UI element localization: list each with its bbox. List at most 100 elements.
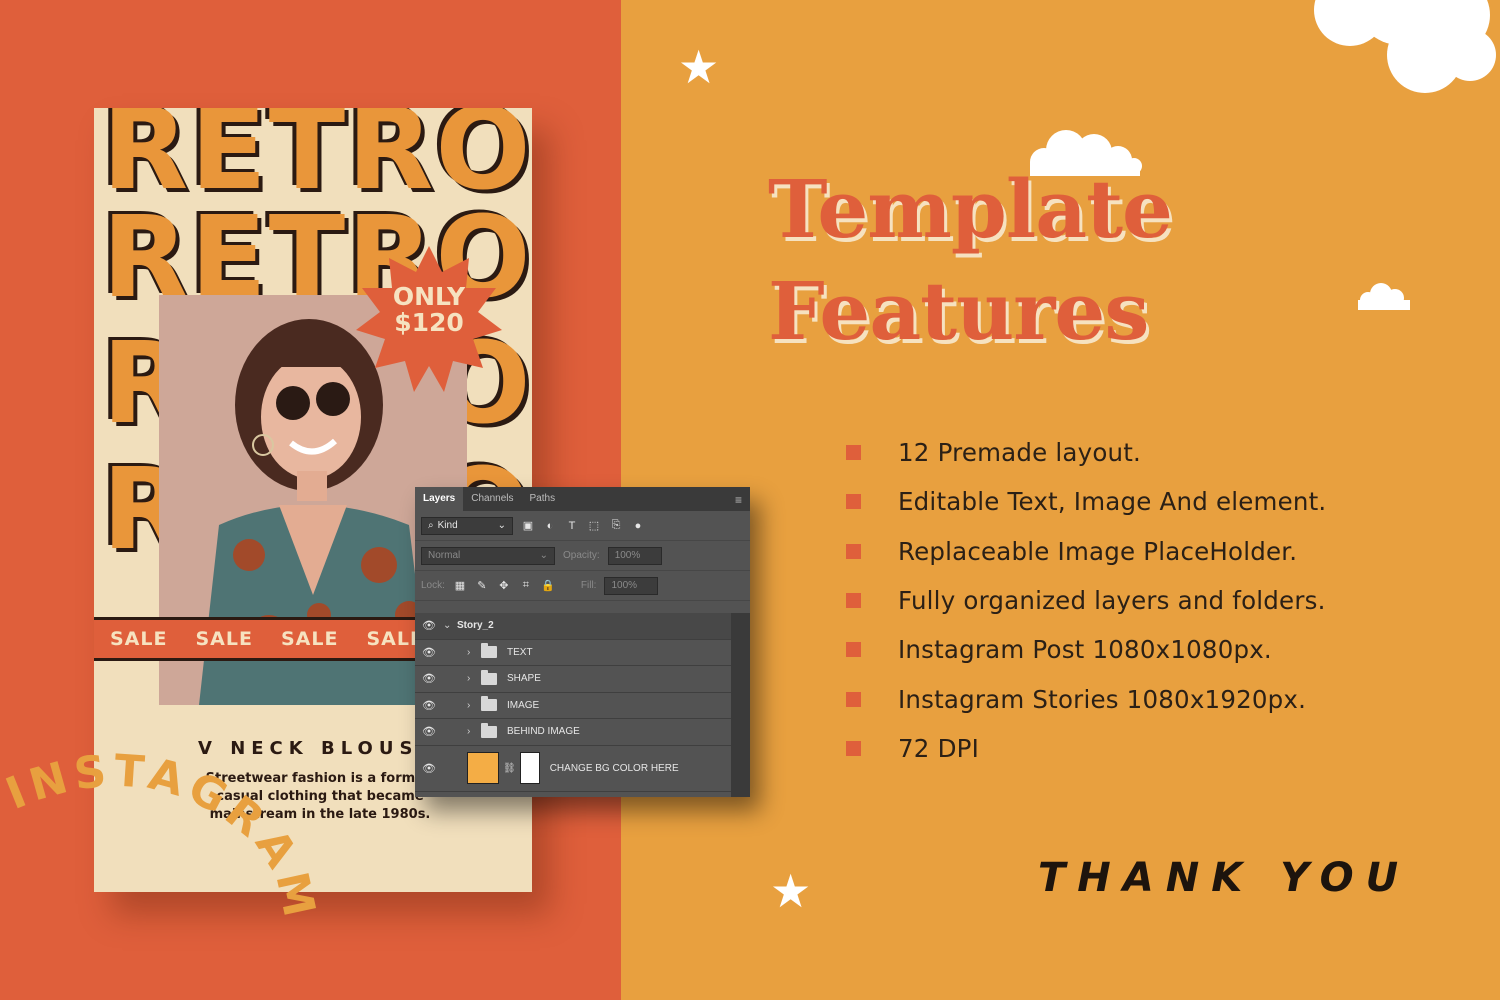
bullet-icon	[846, 691, 861, 707]
layer-folder-behind-image[interactable]: 👁 › BEHIND IMAGE	[415, 719, 731, 746]
lock-pixels-icon[interactable]: ✎	[475, 579, 489, 593]
bullet-icon	[846, 593, 861, 609]
menu-icon[interactable]: ≡	[735, 493, 742, 507]
layer-folder-image[interactable]: 👁 › IMAGE	[415, 692, 731, 719]
eye-icon[interactable]: 👁	[415, 699, 443, 712]
feature-text: 12 Premade layout.	[898, 438, 1142, 468]
sale-label: SALE	[195, 628, 253, 650]
smart-object-filter-icon[interactable]: ⎘	[609, 519, 623, 533]
eye-icon[interactable]: 👁	[415, 619, 443, 632]
lock-row: Lock: ▦ ✎ ✥ ⌗ 🔒 Fill: 100%	[415, 571, 750, 601]
blend-mode-select[interactable]: Normal ⌄	[421, 546, 555, 565]
layer-name: IMAGE	[507, 699, 540, 711]
lock-label: Lock:	[421, 580, 445, 591]
folder-icon	[481, 722, 497, 738]
retro-word: RETRO	[102, 108, 532, 215]
chevron-right-icon[interactable]: ›	[467, 673, 481, 684]
bullet-icon	[846, 740, 861, 756]
list-item: Editable Text, Image And element.	[846, 477, 1326, 526]
bullet-icon	[846, 543, 861, 559]
shape-filter-icon[interactable]: ⬚	[587, 519, 601, 533]
tab-paths[interactable]: Paths	[522, 487, 564, 511]
tab-layers[interactable]: Layers	[415, 487, 464, 511]
layers-scrollbar[interactable]	[731, 613, 750, 797]
chevron-down-icon[interactable]: ⌄	[443, 620, 457, 631]
instagram-arc-label: INSTAGRAM	[0, 745, 326, 927]
feature-text: Replaceable Image PlaceHolder.	[898, 536, 1298, 566]
fill-input[interactable]: 100%	[604, 576, 659, 595]
feature-text: Instagram Post 1080x1080px.	[898, 635, 1272, 665]
layer-name: BEHIND IMAGE	[507, 726, 580, 738]
layer-name: Story_2	[457, 620, 494, 632]
feature-text: Fully organized layers and folders.	[898, 586, 1326, 616]
list-item: 72 DPI	[846, 724, 1326, 773]
eye-icon[interactable]: 👁	[415, 672, 443, 685]
chevron-down-icon: ⌄	[539, 550, 548, 561]
layer-list: 👁 ⌄ Story_2 👁 › TEXT 👁 › SHAPE 👁 › IMAGE…	[415, 613, 731, 792]
list-item: Replaceable Image PlaceHolder.	[846, 527, 1326, 576]
thank-you-text: THANK YOU	[1038, 855, 1411, 901]
layer-bg-color[interactable]: 👁 ⛓ CHANGE BG COLOR HERE	[415, 745, 731, 792]
layer-name: CHANGE BG COLOR HERE	[549, 762, 679, 774]
svg-text:INSTAGRAM: INSTAGRAM	[0, 745, 326, 927]
filter-kind-select[interactable]: ⌕ Kind ⌄	[421, 516, 513, 535]
feature-text: Instagram Stories 1080x1920px.	[898, 684, 1307, 714]
lock-position-icon[interactable]: ✥	[497, 579, 511, 593]
layer-folder-text[interactable]: 👁 › TEXT	[415, 639, 731, 666]
eye-icon[interactable]: 👁	[415, 762, 443, 775]
eye-icon[interactable]: 👁	[415, 725, 443, 738]
opacity-label: Opacity:	[563, 550, 600, 561]
chevron-down-icon: ⌄	[497, 520, 506, 531]
lock-transparency-icon[interactable]: ▦	[453, 579, 467, 593]
feature-list: 12 Premade layout. Editable Text, Image …	[846, 428, 1326, 773]
title-line-1: Template	[768, 162, 1173, 256]
list-item: Fully organized layers and folders.	[846, 576, 1326, 625]
star-icon: ★	[770, 864, 812, 918]
folder-icon	[481, 669, 497, 685]
star-icon: ★	[678, 40, 720, 94]
layers-panel-tabs: Layers Channels Paths ≡	[415, 487, 750, 511]
chevron-right-icon[interactable]: ›	[467, 700, 481, 711]
layer-folder-shape[interactable]: 👁 › SHAPE	[415, 666, 731, 693]
layer-name: SHAPE	[507, 673, 541, 685]
filter-toggle-icon[interactable]: ●	[631, 519, 645, 533]
page-title: Template Features	[768, 158, 1173, 363]
feature-text: Editable Text, Image And element.	[898, 487, 1327, 517]
title-line-2: Features	[768, 264, 1149, 359]
layer-mask-thumbnail	[519, 752, 540, 784]
filter-row: ⌕ Kind ⌄ ▣ ◐ T ⬚ ⎘ ●	[415, 511, 750, 541]
link-icon: ⛓	[503, 762, 516, 774]
layer-group-story[interactable]: 👁 ⌄ Story_2	[415, 613, 731, 640]
price-badge-line2: $120	[394, 308, 464, 338]
feature-text: 72 DPI	[898, 733, 980, 763]
chevron-right-icon[interactable]: ›	[467, 647, 481, 658]
bullet-icon	[846, 445, 861, 461]
sale-label: SALE	[280, 628, 339, 650]
type-filter-icon[interactable]: T	[565, 519, 579, 533]
opacity-input[interactable]: 100%	[607, 546, 662, 565]
chevron-right-icon[interactable]: ›	[467, 726, 481, 737]
tab-channels[interactable]: Channels	[463, 487, 521, 511]
instagram-label: INSTAGRAM	[0, 745, 320, 927]
price-badge: ONLY $120	[356, 282, 502, 338]
folder-icon	[481, 696, 497, 712]
bullet-icon	[846, 642, 861, 658]
eye-icon[interactable]: 👁	[415, 646, 443, 659]
layers-panel: Layers Channels Paths ≡ ⌕ Kind ⌄ ▣ ◐ T ⬚…	[415, 487, 750, 797]
folder-icon	[481, 643, 497, 659]
list-item: Instagram Post 1080x1080px.	[846, 625, 1326, 674]
list-item: 12 Premade layout.	[846, 428, 1326, 477]
filter-kind-value: Kind	[437, 520, 458, 531]
lock-icon[interactable]: 🔒	[541, 579, 555, 593]
opacity-value: 100%	[614, 550, 641, 561]
cloud-icon	[1358, 283, 1410, 310]
adjustment-filter-icon[interactable]: ◐	[543, 519, 557, 533]
image-filter-icon[interactable]: ▣	[521, 519, 535, 533]
blend-row: Normal ⌄ Opacity: 100%	[415, 541, 750, 571]
list-item: Instagram Stories 1080x1920px.	[846, 674, 1326, 723]
lock-artboard-icon[interactable]: ⌗	[519, 579, 533, 593]
fill-label: Fill:	[580, 580, 597, 591]
fill-value: 100%	[611, 580, 638, 591]
price-badge-line1: ONLY	[392, 282, 466, 311]
blend-mode-value: Normal	[428, 550, 461, 561]
